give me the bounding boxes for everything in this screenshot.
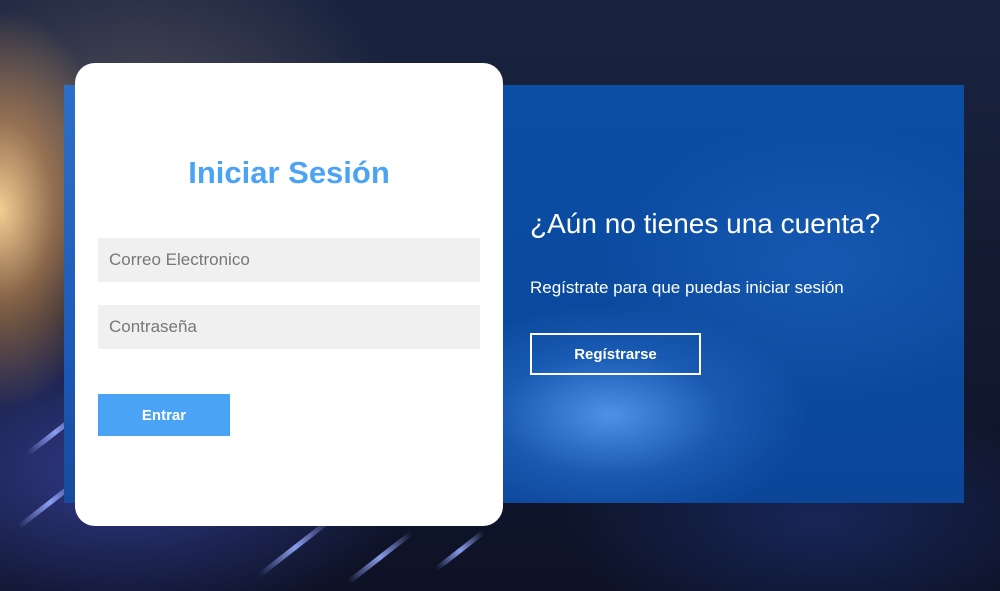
password-field[interactable]: [98, 305, 480, 349]
register-heading: ¿Aún no tienes una cuenta?: [530, 208, 881, 239]
keyboard-glow: [346, 530, 414, 585]
keyboard-glow: [258, 517, 332, 578]
register-button[interactable]: Regístrarse: [530, 333, 701, 375]
login-card: Iniciar Sesión Entrar: [75, 63, 503, 526]
register-description: Regístrate para que puedas iniciar sesió…: [530, 278, 844, 297]
register-panel: ¿Aún no tienes una cuenta? Regístrate pa…: [490, 85, 964, 503]
email-field[interactable]: [98, 238, 480, 282]
keyboard-glow: [434, 530, 486, 571]
login-title: Iniciar Sesión: [188, 155, 390, 190]
login-submit-button[interactable]: Entrar: [98, 394, 230, 436]
